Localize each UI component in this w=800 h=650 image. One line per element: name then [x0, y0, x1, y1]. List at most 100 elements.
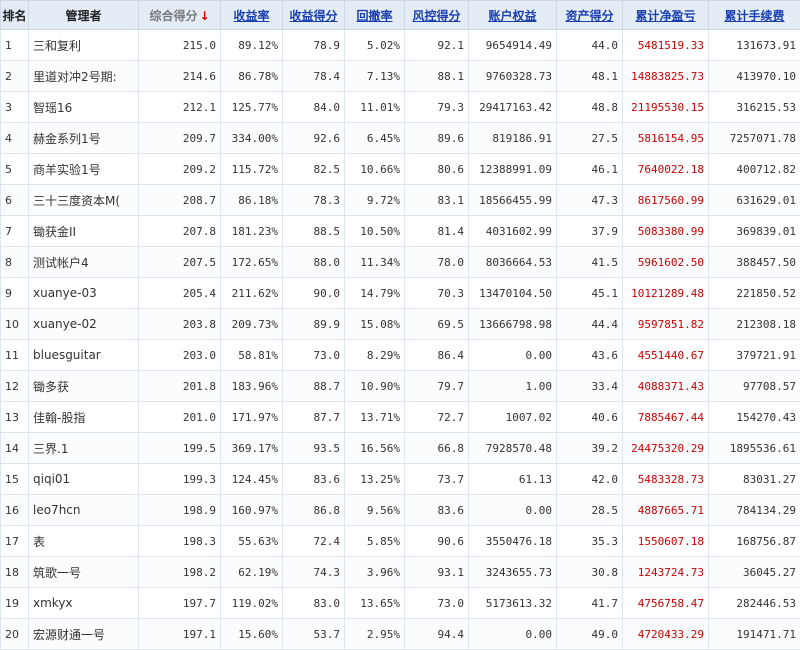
cell-return-rate: 15.60%	[221, 619, 283, 650]
cell-drawdown: 13.65%	[345, 588, 405, 619]
cell-drawdown: 10.90%	[345, 371, 405, 402]
cell-equity: 9654914.49	[469, 30, 557, 61]
table-row: 13佳翰-股指201.0171.97%87.713.71%72.71007.02…	[1, 402, 800, 433]
cell-manager: qiqi01	[29, 464, 139, 495]
cell-equity: 18566455.99	[469, 185, 557, 216]
cell-cum-pnl: 7640022.18	[623, 154, 709, 185]
cell-return-rate: 369.17%	[221, 433, 283, 464]
cell-asset-score: 40.6	[557, 402, 623, 433]
header-composite-score[interactable]: 综合得分↓	[139, 1, 221, 30]
cell-drawdown: 13.71%	[345, 402, 405, 433]
cell-return-score: 88.0	[283, 247, 345, 278]
cell-manager: 宏源财通一号	[29, 619, 139, 650]
cell-composite-score: 207.8	[139, 216, 221, 247]
cell-manager: leo7hcn	[29, 495, 139, 526]
cell-composite-score: 198.2	[139, 557, 221, 588]
cell-rank: 7	[1, 216, 29, 247]
header-return-score[interactable]: 收益得分	[283, 1, 345, 30]
cell-asset-score: 45.1	[557, 278, 623, 309]
cell-risk-score: 78.0	[405, 247, 469, 278]
cell-return-rate: 171.97%	[221, 402, 283, 433]
cell-rank: 14	[1, 433, 29, 464]
cell-manager: 筑歌一号	[29, 557, 139, 588]
header-cum-pnl[interactable]: 累计净盈亏	[623, 1, 709, 30]
cell-return-score: 73.0	[283, 340, 345, 371]
cell-equity: 8036664.53	[469, 247, 557, 278]
cell-cum-fee: 36045.27	[709, 557, 800, 588]
cell-risk-score: 93.1	[405, 557, 469, 588]
cell-cum-fee: 400712.82	[709, 154, 800, 185]
cell-cum-fee: 631629.01	[709, 185, 800, 216]
cell-cum-fee: 212308.18	[709, 309, 800, 340]
table-body: 1三和复利215.089.12%78.95.02%92.19654914.494…	[1, 30, 800, 650]
cell-rank: 17	[1, 526, 29, 557]
cell-composite-score: 199.5	[139, 433, 221, 464]
cell-drawdown: 3.96%	[345, 557, 405, 588]
cell-equity: 5173613.32	[469, 588, 557, 619]
cell-return-rate: 115.72%	[221, 154, 283, 185]
cell-rank: 19	[1, 588, 29, 619]
cell-return-rate: 334.00%	[221, 123, 283, 154]
cell-asset-score: 46.1	[557, 154, 623, 185]
cell-asset-score: 39.2	[557, 433, 623, 464]
header-composite-label: 综合得分	[149, 9, 197, 23]
header-asset-score[interactable]: 资产得分	[557, 1, 623, 30]
header-cum-fee[interactable]: 累计手续费	[709, 1, 800, 30]
cell-equity: 819186.91	[469, 123, 557, 154]
cell-drawdown: 15.08%	[345, 309, 405, 340]
cell-rank: 3	[1, 92, 29, 123]
cell-cum-fee: 154270.43	[709, 402, 800, 433]
cell-cum-pnl: 5816154.95	[623, 123, 709, 154]
header-risk-score[interactable]: 风控得分	[405, 1, 469, 30]
table-row: 3智瑶16212.1125.77%84.011.01%79.329417163.…	[1, 92, 800, 123]
cell-composite-score: 214.6	[139, 61, 221, 92]
cell-return-rate: 125.77%	[221, 92, 283, 123]
table-row: 8测试帐户4207.5172.65%88.011.34%78.08036664.…	[1, 247, 800, 278]
cell-cum-pnl: 5483328.73	[623, 464, 709, 495]
cell-return-rate: 211.62%	[221, 278, 283, 309]
cell-asset-score: 30.8	[557, 557, 623, 588]
cell-cum-pnl: 8617560.99	[623, 185, 709, 216]
header-drawdown[interactable]: 回撤率	[345, 1, 405, 30]
cell-cum-fee: 97708.57	[709, 371, 800, 402]
header-equity[interactable]: 账户权益	[469, 1, 557, 30]
header-return-rate[interactable]: 收益率	[221, 1, 283, 30]
cell-rank: 13	[1, 402, 29, 433]
cell-risk-score: 89.6	[405, 123, 469, 154]
cell-manager: 锄多获	[29, 371, 139, 402]
cell-rank: 5	[1, 154, 29, 185]
cell-return-score: 92.6	[283, 123, 345, 154]
cell-risk-score: 69.5	[405, 309, 469, 340]
table-row: 16leo7hcn198.9160.97%86.89.56%83.60.0028…	[1, 495, 800, 526]
cell-asset-score: 44.0	[557, 30, 623, 61]
cell-cum-pnl: 4756758.47	[623, 588, 709, 619]
cell-asset-score: 42.0	[557, 464, 623, 495]
cell-equity: 3550476.18	[469, 526, 557, 557]
cell-equity: 0.00	[469, 495, 557, 526]
cell-rank: 1	[1, 30, 29, 61]
cell-risk-score: 83.1	[405, 185, 469, 216]
cell-risk-score: 72.7	[405, 402, 469, 433]
cell-manager: xmkyx	[29, 588, 139, 619]
table-row: 20宏源财通一号197.115.60%53.72.95%94.40.0049.0…	[1, 619, 800, 650]
cell-composite-score: 198.9	[139, 495, 221, 526]
cell-return-rate: 183.96%	[221, 371, 283, 402]
cell-risk-score: 73.0	[405, 588, 469, 619]
cell-composite-score: 198.3	[139, 526, 221, 557]
cell-cum-pnl: 5481519.33	[623, 30, 709, 61]
cell-rank: 11	[1, 340, 29, 371]
cell-asset-score: 43.6	[557, 340, 623, 371]
cell-return-score: 90.0	[283, 278, 345, 309]
cell-risk-score: 73.7	[405, 464, 469, 495]
cell-return-score: 83.6	[283, 464, 345, 495]
cell-asset-score: 44.4	[557, 309, 623, 340]
cell-return-score: 88.7	[283, 371, 345, 402]
cell-cum-fee: 388457.50	[709, 247, 800, 278]
cell-drawdown: 6.45%	[345, 123, 405, 154]
cell-risk-score: 90.6	[405, 526, 469, 557]
cell-equity: 3243655.73	[469, 557, 557, 588]
cell-return-score: 78.3	[283, 185, 345, 216]
cell-drawdown: 14.79%	[345, 278, 405, 309]
cell-manager: 表	[29, 526, 139, 557]
cell-return-rate: 86.78%	[221, 61, 283, 92]
